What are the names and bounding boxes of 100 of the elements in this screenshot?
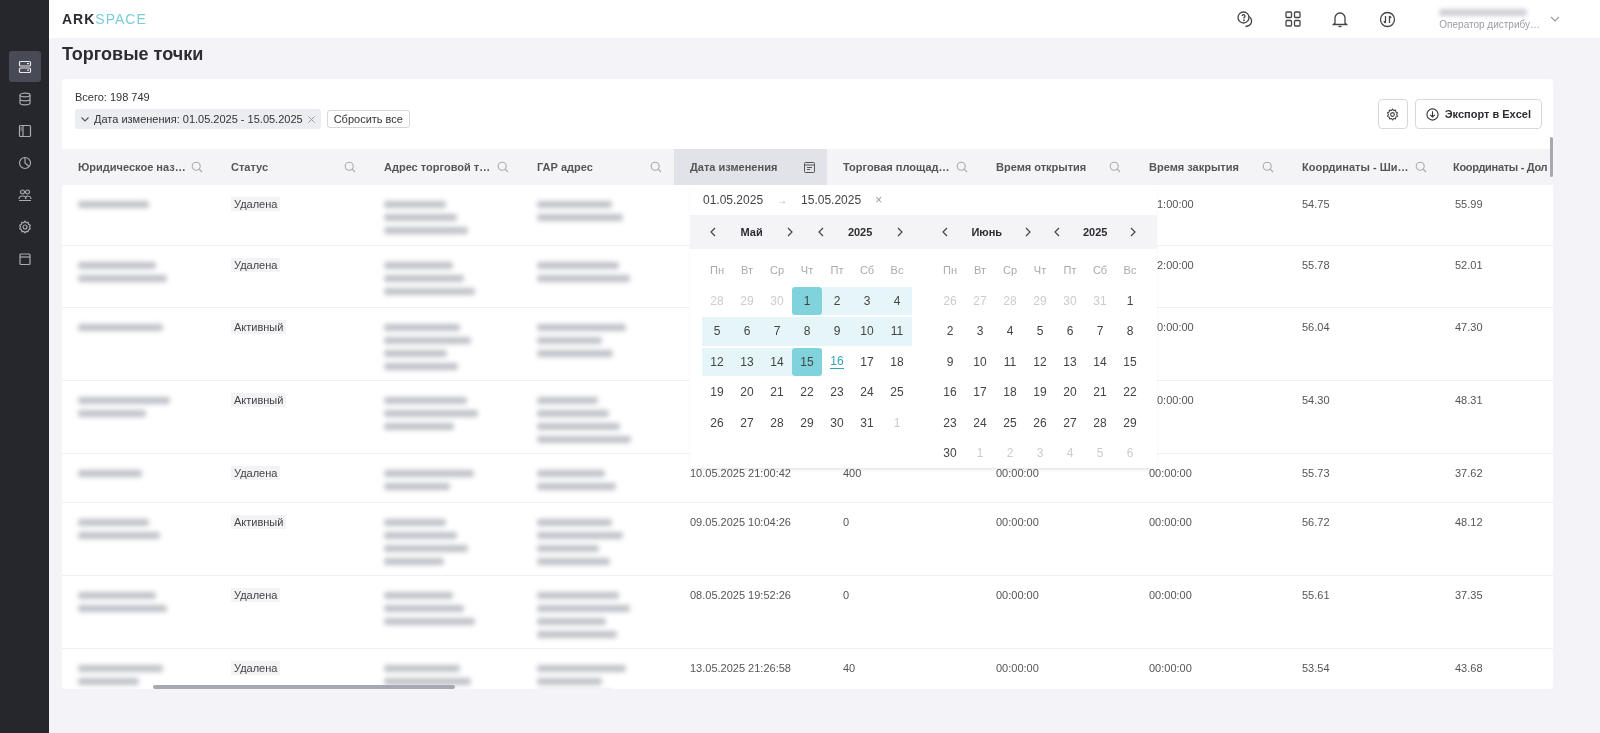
chevron-right-icon[interactable]	[1130, 227, 1137, 237]
start-date-field[interactable]: 01.05.2025	[703, 193, 764, 207]
calendar-day[interactable]: 22	[800, 385, 814, 400]
column-header[interactable]: Координаты - Дол	[1439, 149, 1553, 185]
calendar-day[interactable]: 20	[740, 385, 754, 400]
column-header[interactable]: Время открытия	[980, 149, 1133, 185]
column-header[interactable]: Время закрытия	[1133, 149, 1286, 185]
column-header[interactable]: Юридическое наз…	[62, 149, 215, 185]
chevron-right-icon[interactable]	[896, 227, 903, 237]
column-header[interactable]: ГАР адрес	[521, 149, 674, 185]
vertical-scrollbar[interactable]	[1550, 137, 1553, 177]
filter-chip-label: Дата изменения: 01.05.2025 - 15.05.2025	[94, 113, 303, 125]
calendar-day[interactable]: 18	[890, 354, 904, 369]
column-header[interactable]: Торговая площад…	[827, 149, 980, 185]
table-cell: 2:00:00	[1157, 259, 1194, 271]
calendar-day[interactable]: 30	[943, 446, 957, 461]
horizontal-scrollbar[interactable]	[153, 685, 455, 689]
calendar-day[interactable]: 1	[803, 293, 811, 308]
calendar-day[interactable]: 15	[1123, 354, 1137, 369]
end-date-field[interactable]: 15.05.2025	[801, 193, 862, 207]
calendar-day[interactable]: 24	[860, 385, 874, 400]
calendar-day[interactable]: 1	[1126, 293, 1134, 308]
calendar-day[interactable]: 28	[770, 415, 784, 430]
calendar-day[interactable]: 12	[1033, 354, 1047, 369]
year-label[interactable]: 2025	[847, 226, 873, 238]
calendar-day[interactable]: 25	[890, 385, 904, 400]
calendar-filter-icon[interactable]	[804, 161, 815, 173]
month-label[interactable]: Июнь	[971, 226, 1003, 238]
column-header[interactable]: Статус	[215, 149, 368, 185]
weekday-label: Вс	[889, 263, 905, 279]
calendar-day[interactable]: 30	[830, 415, 844, 430]
column-header[interactable]: Адрес торговой т…	[368, 149, 521, 185]
calendar-day[interactable]: 26	[1033, 415, 1047, 430]
calendar-day[interactable]: 29	[1123, 415, 1137, 430]
export-button[interactable]: Экспорт в Excel	[1414, 99, 1542, 129]
calendar-day[interactable]: 3	[863, 293, 871, 308]
calendar-day[interactable]: 21	[770, 385, 784, 400]
calendar-day[interactable]: 14	[1093, 354, 1107, 369]
calendar-day[interactable]: 4	[1006, 324, 1014, 339]
calendar-day[interactable]: 23	[830, 385, 844, 400]
table-cell: 00:00:00	[1149, 516, 1192, 528]
calendar-day[interactable]: 24	[973, 415, 987, 430]
sidebar-button[interactable]	[8, 51, 41, 82]
calendar-day[interactable]: 22	[1123, 385, 1137, 400]
calendar-day[interactable]: 21	[1093, 385, 1107, 400]
calendar-day[interactable]: 13	[1063, 354, 1077, 369]
year-label[interactable]: 2025	[1083, 226, 1108, 238]
bell-icon[interactable]	[1332, 10, 1349, 28]
calendar-day[interactable]: 29	[800, 415, 814, 430]
calendar-day[interactable]: 19	[710, 385, 724, 400]
calendar-day[interactable]: 26	[710, 415, 724, 430]
exchange-icon[interactable]	[1379, 10, 1397, 28]
filter-chip[interactable]: Дата изменения: 01.05.2025 - 15.05.2025	[75, 109, 321, 129]
calendar-day[interactable]: 17	[860, 354, 874, 369]
help-chat-icon[interactable]	[1236, 10, 1255, 28]
calendar-icon	[17, 251, 32, 266]
calendar-day[interactable]: 19	[1033, 385, 1047, 400]
calendar-day[interactable]: 7	[773, 324, 781, 339]
chevron-left-icon[interactable]	[1054, 227, 1061, 237]
apps-grid-icon[interactable]	[1285, 11, 1302, 27]
calendar-day[interactable]: 3	[976, 324, 984, 339]
calendar-day[interactable]: 27	[740, 415, 754, 430]
calendar-day[interactable]: 6	[1066, 324, 1074, 339]
month-label[interactable]: Май	[740, 226, 763, 238]
calendar-day[interactable]: 23	[943, 415, 957, 430]
column-header[interactable]: Дата изменения	[674, 149, 827, 185]
chevron-right-icon[interactable]	[787, 227, 794, 237]
reset-button[interactable]: Сбросить все	[326, 110, 410, 128]
calendar-day[interactable]: 27	[1063, 415, 1077, 430]
chevron-left-icon[interactable]	[710, 227, 717, 237]
chevron-left-icon[interactable]	[942, 227, 949, 237]
calendar-day[interactable]: 16	[943, 385, 957, 400]
calendar-day[interactable]: 2	[833, 293, 841, 308]
calendar-day[interactable]: 8	[1126, 324, 1134, 339]
column-header[interactable]: Координаты - Ши…	[1286, 149, 1439, 185]
calendar-day[interactable]: 18	[1003, 385, 1017, 400]
calendar-day[interactable]: 11	[1003, 354, 1017, 369]
calendar-day[interactable]: 6	[743, 324, 751, 339]
calendar-day[interactable]: 10	[973, 354, 987, 369]
calendar-day[interactable]: 9	[833, 324, 841, 339]
chevron-down-icon[interactable]	[1550, 16, 1560, 22]
chevron-left-icon[interactable]	[817, 227, 824, 237]
table-cell: 52.01	[1455, 259, 1483, 271]
calendar-day[interactable]: 17	[973, 385, 987, 400]
weekday-label: Вт	[740, 263, 754, 279]
chevron-right-icon[interactable]	[1025, 227, 1032, 237]
calendar-day[interactable]: 9	[946, 354, 954, 369]
calendar-day[interactable]: 2	[946, 324, 954, 339]
settings-button[interactable]	[1377, 99, 1408, 129]
calendar-day[interactable]: 28	[1093, 415, 1107, 430]
logo: ARKSPACE	[62, 11, 147, 27]
calendar-day[interactable]: 7	[1096, 324, 1104, 339]
calendar-day[interactable]: 4	[893, 293, 901, 308]
calendar-day[interactable]: 20	[1063, 385, 1077, 400]
calendar-day[interactable]: 8	[803, 324, 811, 339]
calendar-day[interactable]: 25	[1003, 415, 1017, 430]
calendar-day[interactable]: 5	[713, 324, 721, 339]
calendar-day[interactable]: 5	[1036, 324, 1044, 339]
table-cell: 00:00:00	[1149, 662, 1192, 674]
calendar-day[interactable]: 31	[860, 415, 874, 430]
